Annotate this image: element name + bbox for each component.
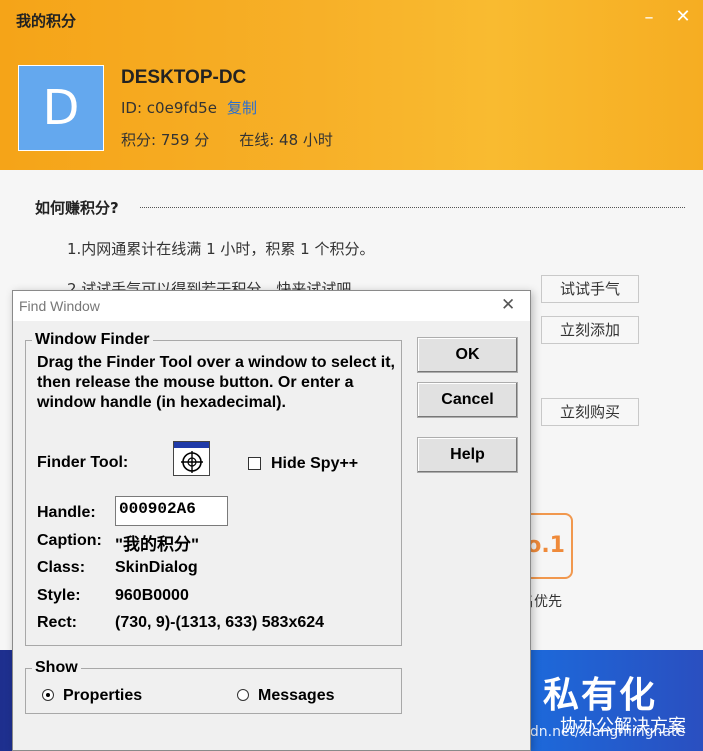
add-now-button[interactable]: 立刻添加 [541,316,639,344]
minimize-icon[interactable]: – [641,9,657,27]
try-luck-button[interactable]: 试试手气 [541,275,639,303]
copy-link[interactable]: 复制 [227,99,257,117]
properties-label[interactable]: Properties [63,687,142,705]
window-finder-legend: Window Finder [35,331,150,348]
find-window-dialog: Find Window ✕ Window Finder Drag the Fin… [12,290,531,751]
caption-value: "我的积分" [115,535,200,554]
class-value: SkinDialog [115,559,198,576]
cancel-button[interactable]: Cancel [417,382,518,418]
close-icon[interactable]: ✕ [501,295,515,315]
rect-value: (730, 9)-(1313, 633) 583x624 [115,614,325,631]
dialog-title: Find Window [19,298,100,314]
caption-label: Caption: [37,532,102,549]
points-value: 积分: 759 分 [121,131,210,149]
dialog-titlebar[interactable]: Find Window ✕ [13,291,530,321]
close-icon[interactable]: ✕ [674,8,692,26]
rect-label: Rect: [37,614,78,631]
handle-input[interactable]: 000902A6 [115,496,228,526]
ok-button[interactable]: OK [417,337,518,373]
earn-item: 1.内网通累计在线满 1 小时，积累 1 个积分。 [67,240,375,258]
finder-description: Drag the Finder Tool over a window to se… [37,354,395,411]
stats-line: 积分: 759 分 在线: 48 小时 [121,129,333,150]
points-header: 我的积分 – ✕ D DESKTOP-DC ID: c0e9fd5e 复制 积分:… [0,0,703,170]
class-label: Class: [37,559,86,576]
buy-now-button[interactable]: 立刻购买 [541,398,639,426]
finder-tool-label: Finder Tool: [37,454,129,471]
avatar: D [18,65,104,151]
device-name: DESKTOP-DC [121,67,247,88]
divider [140,207,685,208]
banner-headline: 私有化 [543,675,658,716]
window-title: 我的积分 [16,12,77,30]
hide-spy-checkbox[interactable] [248,457,261,470]
device-id-text: ID: c0e9fd5e [121,99,217,117]
help-button[interactable]: Help [417,437,518,473]
hide-spy-label[interactable]: Hide Spy++ [271,455,358,473]
handle-label: Handle: [37,504,96,521]
earn-title: 如何赚积分? [35,199,119,217]
online-value: 在线: 48 小时 [239,131,333,149]
show-legend: Show [35,659,78,676]
finder-tool-icon[interactable] [173,441,210,476]
device-id: ID: c0e9fd5e 复制 [121,97,257,118]
style-value: 960B0000 [115,587,189,604]
style-label: Style: [37,587,81,604]
messages-label[interactable]: Messages [258,687,335,705]
properties-radio[interactable] [42,689,54,701]
messages-radio[interactable] [237,689,249,701]
